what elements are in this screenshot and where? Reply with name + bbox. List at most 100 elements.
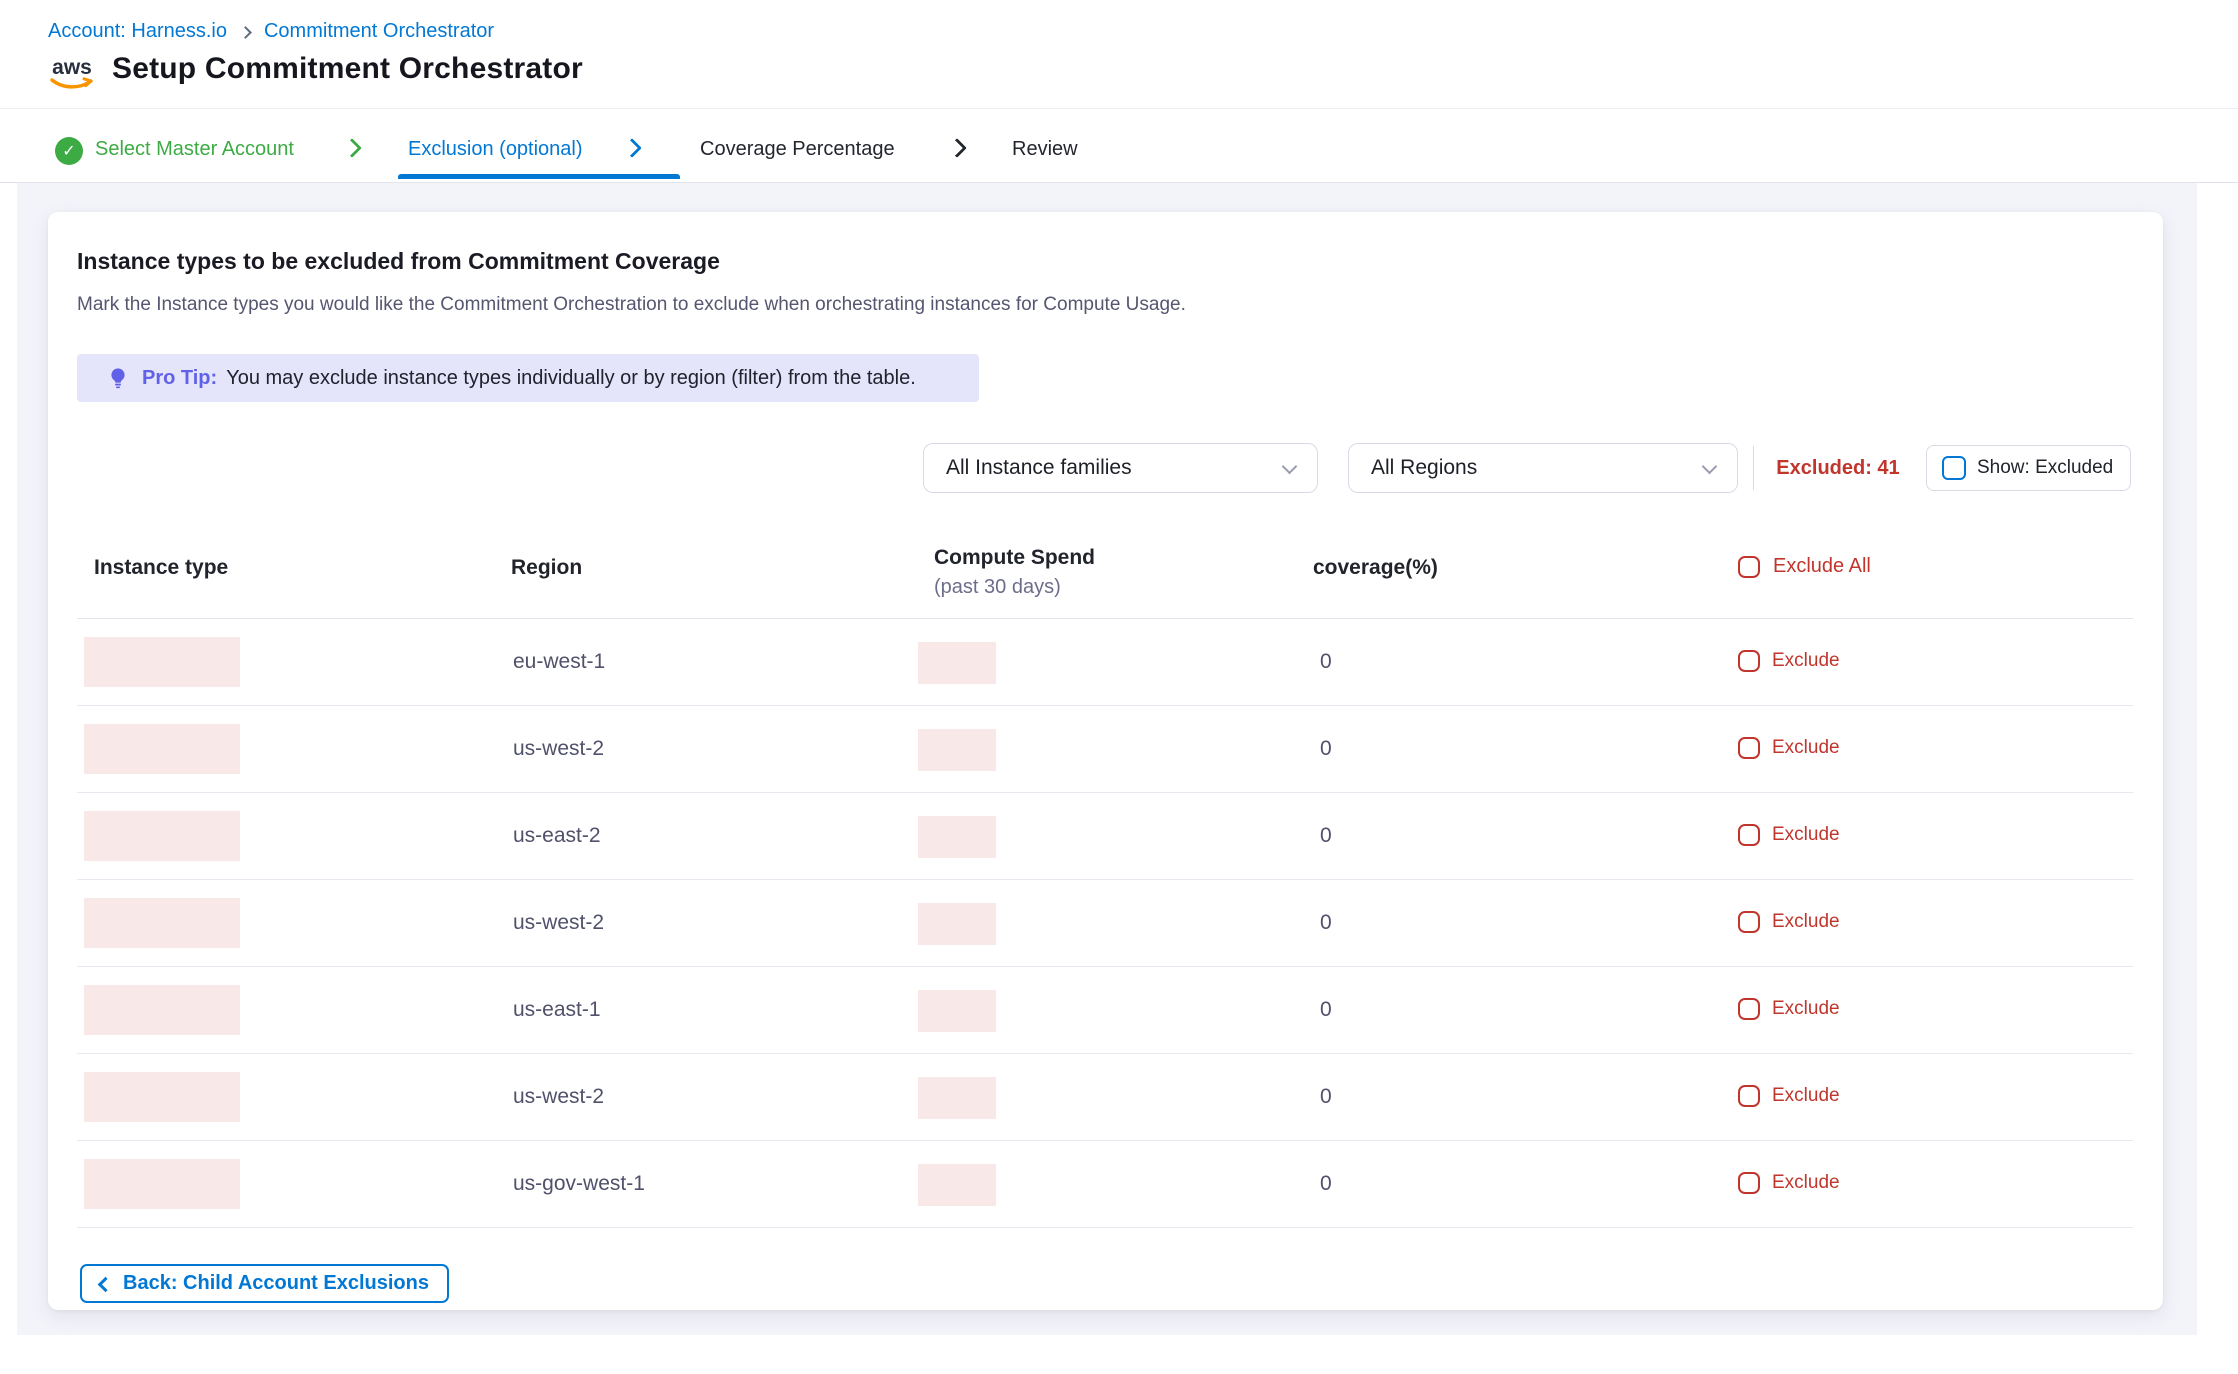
exclude-all-label: Exclude All — [1773, 555, 1871, 578]
exclude-label: Exclude — [1772, 824, 1840, 846]
step-chevron-icon-1 — [342, 138, 362, 158]
table-row: us-west-2 0 Exclude — [77, 880, 2133, 967]
page: Account: Harness.io Commitment Orchestra… — [0, 0, 2238, 1374]
table-row: us-east-2 0 Exclude — [77, 793, 2133, 880]
instance-families-select[interactable]: All Instance families — [923, 443, 1318, 493]
table-row: us-west-2 0 Exclude — [77, 706, 2133, 793]
breadcrumb: Account: Harness.io Commitment Orchestra… — [48, 20, 494, 43]
coverage-cell: 0 — [1320, 911, 1332, 935]
col-header-coverage: coverage(%) — [1313, 556, 1438, 580]
excluded-count: Excluded: 41 — [1758, 443, 1918, 493]
region-cell: us-gov-west-1 — [513, 1172, 645, 1196]
table-row: us-gov-west-1 0 Exclude — [77, 1141, 2133, 1228]
compute-spend-placeholder — [918, 1164, 996, 1206]
show-excluded-label: Show: Excluded — [1977, 457, 2113, 479]
coverage-cell: 0 — [1320, 1172, 1332, 1196]
instance-type-placeholder — [84, 898, 240, 948]
region-cell: eu-west-1 — [513, 650, 605, 674]
instance-type-placeholder — [84, 637, 240, 687]
chevron-down-icon — [1282, 458, 1298, 474]
col-header-region: Region — [511, 556, 582, 580]
coverage-cell: 0 — [1320, 737, 1332, 761]
region-cell: us-west-2 — [513, 737, 604, 761]
instance-type-placeholder — [84, 1072, 240, 1122]
region-cell: us-west-2 — [513, 911, 604, 935]
chevron-down-icon — [1702, 458, 1718, 474]
exclude-control[interactable]: Exclude — [1738, 824, 1840, 846]
exclude-control[interactable]: Exclude — [1738, 737, 1840, 759]
col-header-compute-spend-sub: (past 30 days) — [934, 576, 1061, 599]
pro-tip-banner: Pro Tip: You may exclude instance types … — [77, 354, 979, 402]
exclude-label: Exclude — [1772, 911, 1840, 933]
regions-value: All Regions — [1371, 456, 1704, 480]
show-excluded-checkbox[interactable] — [1942, 456, 1966, 480]
lightbulb-icon — [107, 367, 129, 389]
section-title: Instance types to be excluded from Commi… — [77, 248, 720, 275]
breadcrumb-chevron-icon — [239, 26, 252, 39]
coverage-cell: 0 — [1320, 1085, 1332, 1109]
compute-spend-placeholder — [918, 642, 996, 684]
step-completed-check-icon: ✓ — [55, 137, 83, 165]
exclude-checkbox[interactable] — [1738, 824, 1760, 846]
step-review[interactable]: Review — [1012, 136, 1078, 162]
exclude-label: Exclude — [1772, 1172, 1840, 1194]
exclude-label: Exclude — [1772, 737, 1840, 759]
aws-logo: aws — [48, 56, 96, 96]
step-exclusion[interactable]: Exclusion (optional) — [408, 136, 583, 162]
title-divider — [0, 108, 2238, 109]
instance-families-value: All Instance families — [946, 456, 1284, 480]
filter-divider — [1753, 446, 1754, 490]
exclude-checkbox[interactable] — [1738, 737, 1760, 759]
step-coverage-percentage[interactable]: Coverage Percentage — [700, 136, 895, 162]
col-header-compute-spend: Compute Spend — [934, 546, 1095, 570]
breadcrumb-account-link[interactable]: Account: Harness.io — [48, 20, 227, 43]
exclude-label: Exclude — [1772, 998, 1840, 1020]
step-chevron-icon-3 — [947, 138, 967, 158]
pro-tip-text: You may exclude instance types individua… — [226, 367, 916, 390]
exclude-control[interactable]: Exclude — [1738, 650, 1840, 672]
aws-logo-text: aws — [52, 56, 92, 79]
exclude-control[interactable]: Exclude — [1738, 1172, 1840, 1194]
section-subtitle: Mark the Instance types you would like t… — [77, 294, 1186, 316]
active-step-underline — [398, 174, 680, 179]
back-button-label: Back: Child Account Exclusions — [123, 1272, 429, 1295]
exclude-all-checkbox[interactable] — [1738, 556, 1760, 578]
col-header-instance-type: Instance type — [94, 556, 228, 580]
exclude-checkbox[interactable] — [1738, 1085, 1760, 1107]
page-title: Setup Commitment Orchestrator — [112, 52, 583, 86]
coverage-cell: 0 — [1320, 650, 1332, 674]
exclude-checkbox[interactable] — [1738, 911, 1760, 933]
breadcrumb-page-link[interactable]: Commitment Orchestrator — [264, 20, 494, 43]
region-cell: us-east-1 — [513, 998, 601, 1022]
coverage-cell: 0 — [1320, 998, 1332, 1022]
regions-select[interactable]: All Regions — [1348, 443, 1738, 493]
show-excluded-button[interactable]: Show: Excluded — [1926, 445, 2131, 491]
exclude-control[interactable]: Exclude — [1738, 911, 1840, 933]
table-row: us-west-2 0 Exclude — [77, 1054, 2133, 1141]
pro-tip-label: Pro Tip: — [142, 367, 217, 390]
exclude-control[interactable]: Exclude — [1738, 998, 1840, 1020]
compute-spend-placeholder — [918, 816, 996, 858]
exclude-checkbox[interactable] — [1738, 998, 1760, 1020]
table-row: us-east-1 0 Exclude — [77, 967, 2133, 1054]
table-row: eu-west-1 0 Exclude — [77, 619, 2133, 706]
instance-type-placeholder — [84, 985, 240, 1035]
compute-spend-placeholder — [918, 903, 996, 945]
step-chevron-icon-2 — [622, 138, 642, 158]
exclude-checkbox[interactable] — [1738, 1172, 1760, 1194]
instance-type-placeholder — [84, 811, 240, 861]
exclude-checkbox[interactable] — [1738, 650, 1760, 672]
exclude-label: Exclude — [1772, 650, 1840, 672]
instance-type-placeholder — [84, 724, 240, 774]
step-select-master-account[interactable]: Select Master Account — [95, 136, 294, 162]
exclude-control[interactable]: Exclude — [1738, 1085, 1840, 1107]
chevron-left-icon — [98, 1276, 114, 1292]
exclusion-card: Instance types to be excluded from Commi… — [48, 212, 2163, 1310]
exclude-label: Exclude — [1772, 1085, 1840, 1107]
compute-spend-placeholder — [918, 729, 996, 771]
back-button[interactable]: Back: Child Account Exclusions — [80, 1264, 449, 1303]
exclude-all-control[interactable]: Exclude All — [1738, 555, 1871, 578]
region-cell: us-west-2 — [513, 1085, 604, 1109]
coverage-cell: 0 — [1320, 824, 1332, 848]
instance-type-placeholder — [84, 1159, 240, 1209]
